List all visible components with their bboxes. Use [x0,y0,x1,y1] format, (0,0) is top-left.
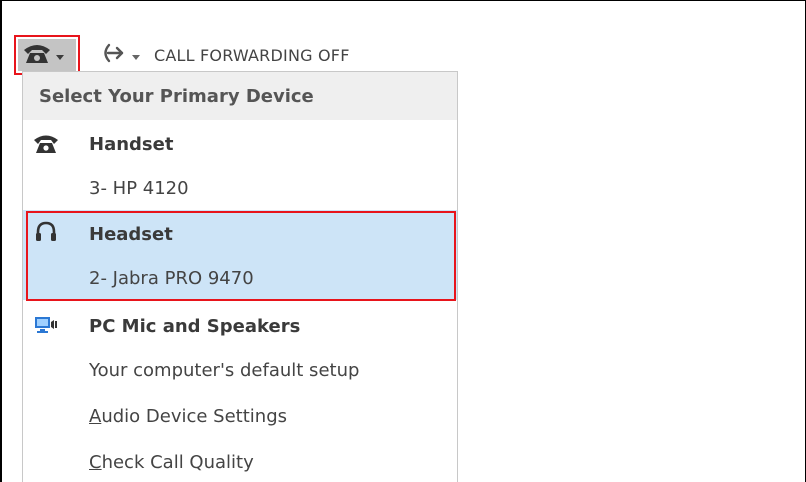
check-call-quality-rest: heck Call Quality [101,451,254,473]
call-forward-arrow-icon [100,41,126,69]
window-frame: CALL FORWARDING OFF Select Your Primary … [0,0,806,482]
audio-device-settings-label: Audio Device Settings [89,406,287,427]
selected-device-highlight [26,211,456,301]
device-detail-pc-mic-speakers[interactable]: Your computer's default setup [23,348,457,392]
call-forwarding-control[interactable]: CALL FORWARDING OFF [100,37,350,73]
device-detail-pc-mic-speakers-label: Your computer's default setup [89,359,360,381]
device-detail-handset[interactable]: 3- HP 4120 [23,166,457,210]
check-call-quality-access-key: C [89,451,102,473]
handset-icon [31,128,61,158]
audio-device-settings-item[interactable]: Audio Device Settings [23,394,457,438]
primary-device-button-face[interactable] [18,39,76,71]
chevron-down-icon [56,54,64,60]
menu-header-label: Select Your Primary Device [39,85,314,107]
chevron-down-icon [132,54,140,60]
device-name-handset: Handset [89,133,174,155]
audio-device-settings-access-key: A [89,405,102,427]
primary-device-button[interactable] [14,35,80,75]
check-call-quality-label: Check Call Quality [89,452,254,473]
audio-device-settings-rest: udio Device Settings [101,405,288,427]
menu-header: Select Your Primary Device [23,72,457,120]
pc-speakers-icon [31,310,61,340]
check-call-quality-item[interactable]: Check Call Quality [23,440,457,482]
device-item-handset[interactable]: Handset [23,122,457,166]
phone-icon [22,41,52,69]
device-item-pc-mic-speakers[interactable]: PC Mic and Speakers [23,304,457,348]
device-name-pc-mic-speakers: PC Mic and Speakers [89,315,301,337]
call-forwarding-label: CALL FORWARDING OFF [154,45,350,65]
device-detail-handset-label: 3- HP 4120 [89,177,189,199]
